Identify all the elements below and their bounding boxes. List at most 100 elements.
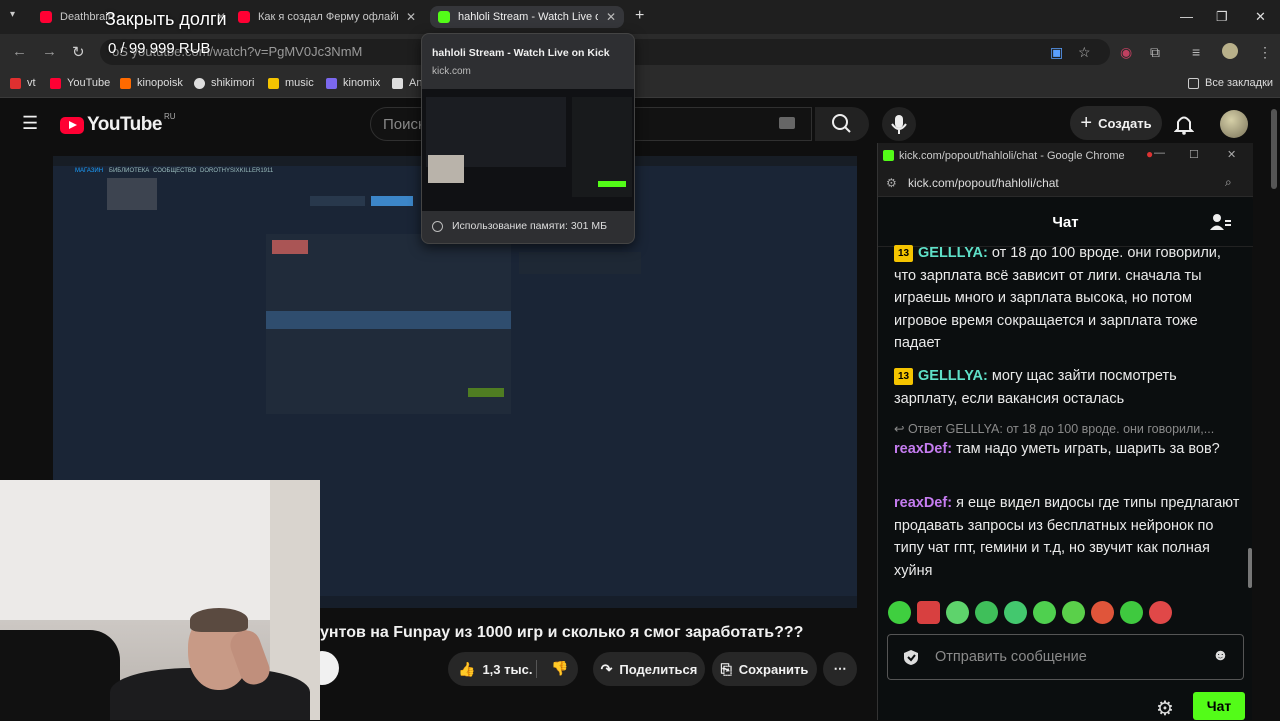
preview-title: hahloli Stream - Watch Live on Kick	[432, 47, 610, 59]
bookmark-kinomix[interactable]: kinomix	[326, 77, 380, 89]
hamburger-menu-icon[interactable]: ☰	[22, 113, 38, 134]
send-chat-button[interactable]: Чат	[1193, 692, 1245, 720]
minimize-icon[interactable]: —	[1154, 147, 1165, 159]
chat-username[interactable]: GELLLYA	[918, 245, 983, 261]
youtube-logo[interactable]: YouTube RU	[60, 111, 176, 136]
emote-icon[interactable]	[888, 601, 911, 624]
reply-preview[interactable]: ↩ Ответ GELLLYA: от 18 до 100 вроде. они…	[894, 421, 1240, 436]
emote-icon[interactable]	[1033, 601, 1056, 624]
chat-input-placeholder: Отправить сообщение	[935, 649, 1087, 665]
tab-hahloli-kick[interactable]: hahloli Stream - Watch Live on ✕	[430, 6, 624, 28]
popout-url[interactable]: kick.com/popout/hahloli/chat	[908, 176, 1059, 190]
chat-message: 13 GELLLYA: могу щас зайти посмотреть зар…	[894, 368, 1177, 407]
profile-icon[interactable]	[1222, 43, 1238, 59]
region-label: RU	[163, 111, 176, 121]
chat-settings-gear-icon[interactable]: ⚙	[1156, 696, 1174, 721]
minimize-icon[interactable]: —	[1180, 9, 1193, 24]
kick-favicon-icon	[883, 150, 894, 161]
chat-header: Чат	[878, 199, 1253, 247]
tab-title: Как я создал Ферму офлайн ак	[258, 11, 398, 23]
more-actions-button[interactable]: ⋯	[823, 652, 857, 686]
emote-icon[interactable]	[917, 601, 940, 624]
webcam-overlay	[0, 480, 320, 720]
star-icon[interactable]: ☆	[1078, 44, 1091, 61]
reload-icon[interactable]: ↻	[72, 43, 85, 61]
chat-username[interactable]: GELLLYA	[918, 368, 983, 384]
media-icon[interactable]: ≡	[1192, 44, 1200, 60]
emote-icon[interactable]	[1004, 601, 1027, 624]
zoom-icon[interactable]: ⌕	[1225, 175, 1232, 190]
notifications-bell-icon[interactable]	[1174, 113, 1194, 135]
close-window-icon[interactable]: ✕	[1227, 148, 1236, 161]
maximize-icon[interactable]: ❐	[1216, 9, 1228, 25]
extension-icon[interactable]: ◉	[1120, 44, 1132, 61]
cast-icon[interactable]: ▣	[1050, 44, 1063, 61]
thumbs-down-icon[interactable]: 👎	[551, 660, 568, 677]
steam-dropdown	[107, 178, 157, 210]
emote-icon[interactable]	[1120, 601, 1143, 624]
new-tab-button[interactable]: +	[635, 7, 644, 25]
music-icon	[268, 77, 279, 89]
tab-search-icon[interactable]: ▾	[10, 9, 15, 20]
preview-domain: kick.com	[432, 66, 471, 77]
donation-goal-amount: 0 / 99 999 RUB	[108, 40, 211, 57]
webcam-person-hair	[190, 608, 248, 632]
forward-icon[interactable]: →	[42, 43, 57, 60]
page-scrollbar[interactable]	[1268, 99, 1280, 720]
preview-thumbnail	[422, 89, 634, 211]
page-scrollbar-thumb[interactable]	[1271, 109, 1277, 189]
reply-preview-text: Ответ GELLLYA: от 18 до 100 вроде. они г…	[907, 422, 1215, 436]
video-title: унтов на Funpay из 1000 игр и сколько я …	[320, 624, 804, 641]
create-button[interactable]: + Создать	[1070, 106, 1162, 140]
steam-nav-library: БИБЛИОТЕКА	[109, 168, 150, 174]
emoji-picker-icon[interactable]: ☻	[1212, 647, 1229, 665]
emote-icon[interactable]	[975, 601, 998, 624]
youtube-favicon-icon	[40, 11, 52, 23]
bookmark-kinopoisk[interactable]: kinopoisk	[120, 77, 183, 89]
account-avatar[interactable]	[1220, 110, 1248, 138]
steam-tab-payment	[371, 196, 413, 206]
share-button[interactable]: ↷ Поделиться	[593, 652, 705, 686]
bookmark-favicon-icon	[10, 77, 21, 89]
chat-scrollbar[interactable]	[1248, 548, 1252, 588]
maximize-icon[interactable]: ☐	[1189, 148, 1199, 161]
close-tab-icon[interactable]: ✕	[606, 10, 616, 24]
users-icon[interactable]	[1210, 213, 1232, 233]
emote-icon[interactable]	[946, 601, 969, 624]
like-button[interactable]: 👍 1,3 тыс. 👎	[448, 652, 578, 686]
bookmark-label: kinomix	[343, 77, 381, 89]
bookmark-youtube[interactable]: YouTube	[50, 77, 110, 89]
steam-nav-profile: DOROTHYSIXKILLER1911	[200, 168, 274, 174]
puzzle-icon[interactable]: ⧉	[1150, 44, 1160, 61]
steam-nav-community: СООБЩЕСТВО	[153, 168, 197, 174]
close-window-icon[interactable]: ✕	[1255, 9, 1266, 25]
folder-icon	[1188, 77, 1199, 89]
chat-username[interactable]: reaxDef	[894, 441, 947, 457]
voice-search-button[interactable]	[882, 107, 916, 141]
back-icon[interactable]: ←	[12, 43, 27, 60]
chat-title: Чат	[1052, 214, 1079, 231]
tab-ferma-video[interactable]: Как я создал Ферму офлайн ак ✕	[238, 6, 420, 28]
emote-icon[interactable]	[1149, 601, 1172, 624]
bookmark-shikimori[interactable]: shikimori	[194, 77, 254, 89]
save-label: Сохранить	[738, 661, 809, 677]
save-button[interactable]: ⎘ Сохранить	[712, 652, 817, 686]
search-button[interactable]	[815, 107, 869, 141]
youtube-play-icon	[60, 116, 84, 134]
site-settings-icon[interactable]: ⚙	[886, 176, 897, 190]
search-placeholder: Поиск	[383, 116, 425, 133]
share-label: Поделиться	[619, 661, 698, 677]
thumbs-up-icon: 👍	[458, 660, 476, 677]
bookmark-music[interactable]: music	[268, 77, 314, 89]
all-bookmarks[interactable]: Все закладки	[1188, 77, 1273, 89]
chat-message-input[interactable]: Отправить сообщение ☻	[887, 634, 1244, 680]
subscriber-badge-icon: 13	[894, 245, 913, 262]
keyboard-icon[interactable]	[779, 117, 795, 129]
bookmark-an[interactable]: An	[392, 77, 422, 89]
emote-icon[interactable]	[1062, 601, 1085, 624]
bookmark-vt[interactable]: vt	[10, 77, 36, 89]
emote-icon[interactable]	[1091, 601, 1114, 624]
chat-username[interactable]: reaxDef	[894, 495, 947, 511]
menu-icon[interactable]: ⋮	[1258, 44, 1272, 61]
close-tab-icon[interactable]: ✕	[406, 10, 416, 24]
